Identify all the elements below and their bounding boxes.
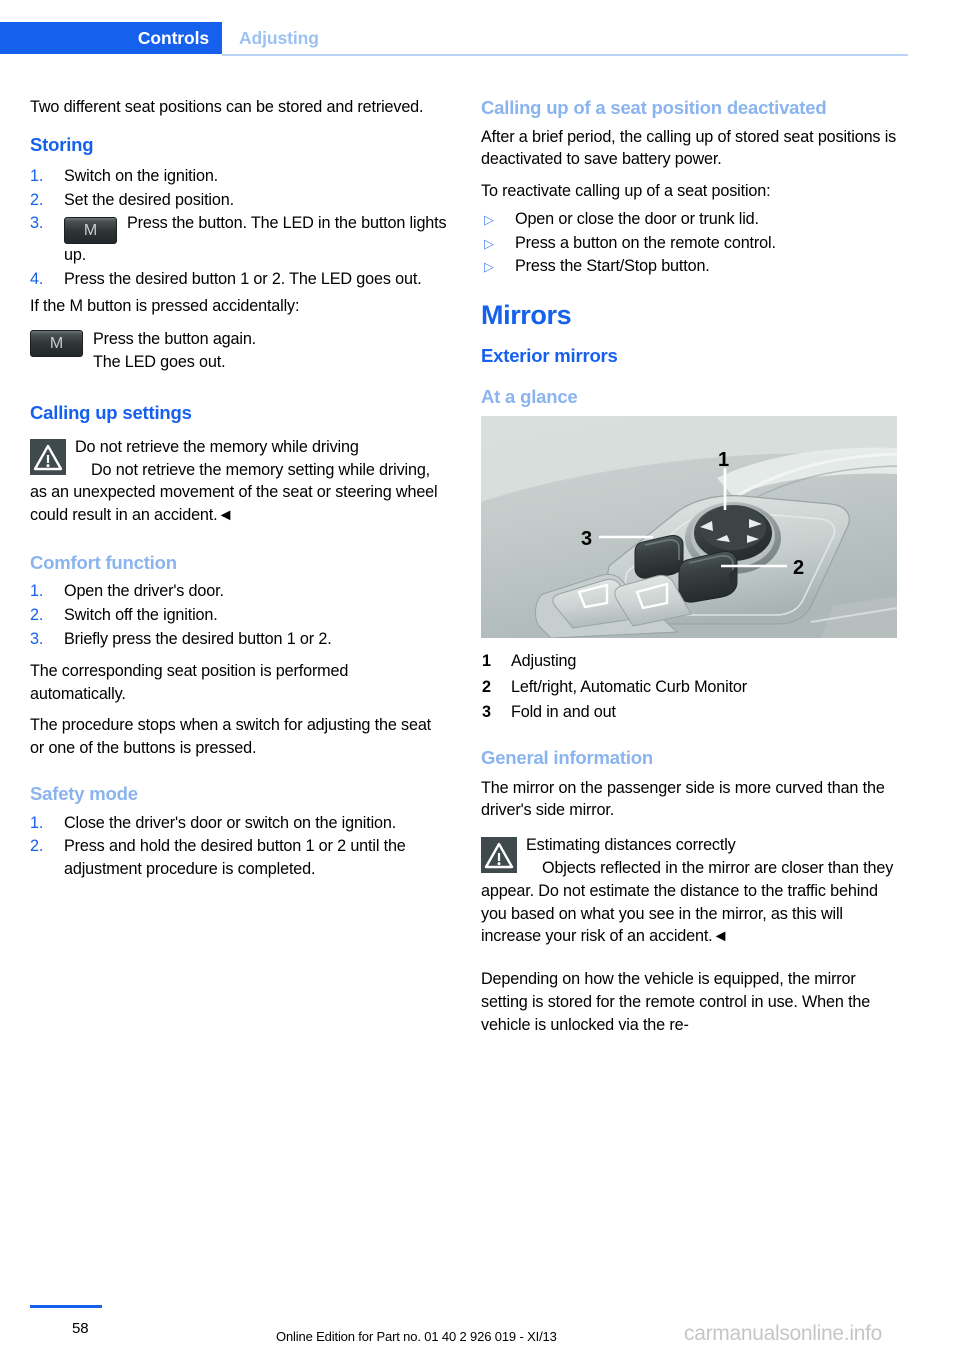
triangle-bullet-icon: ▷ (484, 211, 494, 227)
list-item: 4. Press the desired button 1 or 2. The … (30, 268, 448, 291)
legend-marker: 1 (482, 651, 491, 670)
accidental-press-line-2: The LED goes out. (93, 353, 226, 372)
header-divider-rule (222, 54, 908, 56)
list-marker: 1. (30, 813, 44, 832)
list-item: 2. Set the desired position. (30, 189, 448, 212)
comfort-paragraph-2: The procedure stops when a switch for ad… (30, 716, 432, 758)
list-marker: 2. (30, 190, 44, 209)
list-item-text: Switch on the ignition. (64, 166, 219, 185)
list-item: 3 Fold in and out (481, 701, 899, 724)
right-column: Calling up of a seat position deactivate… (481, 96, 899, 1041)
memory-m-button-icon: M (30, 329, 83, 357)
list-item: 3. Briefly press the desired button 1 or… (30, 628, 448, 651)
list-marker: 2. (30, 606, 44, 625)
door-panel-mirror-controls-illustration: 1 3 2 (481, 415, 897, 638)
warning-triangle-icon (481, 837, 517, 874)
list-item: ▷ Open or close the door or trunk lid. (481, 208, 899, 231)
list-marker: 2. (30, 837, 44, 856)
list-item: 2. Press and hold the desired button 1 o… (30, 835, 448, 881)
accidental-press-line-1: Press the button again. (93, 329, 257, 348)
reactivate-bullet-list: ▷ Open or close the door or trunk lid. ▷… (481, 208, 899, 278)
heading-mirrors: Mirrors (481, 300, 572, 331)
heading-calling-up-deactivated: Calling up of a seat position deactivate… (481, 97, 827, 118)
warning-title: Do not retrieve the memory while driving (75, 437, 359, 456)
memory-m-button-icon: M (64, 217, 117, 245)
heading-comfort-function: Comfort function (30, 551, 177, 573)
list-marker: 3. (30, 214, 44, 233)
deactivated-paragraph-1: After a brief period, the calling up of … (481, 127, 897, 169)
callout-2: 2 (793, 557, 804, 579)
legend-text: Left/right, Automatic Curb Monitor (511, 677, 748, 696)
triangle-bullet-icon: ▷ (484, 259, 494, 275)
heading-general-information: General information (481, 747, 653, 769)
comfort-steps-list: 1. Open the driver's door. 2. Switch off… (30, 580, 448, 650)
page-header: Controls Adjusting (0, 22, 960, 58)
legend-marker: 2 (482, 677, 491, 696)
header-section-block: Adjusting (239, 22, 319, 54)
list-item: 1. Switch on the ignition. (30, 165, 448, 188)
heading-safety-mode: Safety mode (30, 783, 138, 805)
warning-title: Estimating distances correctly (526, 836, 736, 855)
page-number: 58 (72, 1320, 89, 1337)
list-item-text: Set the desired position. (64, 190, 234, 209)
list-item-text: Press the button. The LED in the button … (64, 214, 447, 265)
header-chapter-block: Controls (0, 22, 222, 54)
list-item: 2. Switch off the ignition. (30, 604, 448, 627)
list-item: ▷ Press a button on the remote control. (481, 232, 899, 255)
list-item: 1 Adjusting (481, 650, 899, 673)
heading-calling-up-settings: Calling up settings (30, 401, 192, 423)
safety-steps-list: 1. Close the driver's door or switch on … (30, 812, 448, 881)
list-item-text: Briefly press the desired button 1 or 2. (64, 630, 332, 649)
general-paragraph-2: Depending on how the vehicle is equipped… (481, 970, 871, 1034)
list-marker: 1. (30, 166, 44, 185)
list-marker: 4. (30, 270, 44, 289)
list-item: 1. Close the driver's door or switch on … (30, 812, 448, 835)
list-item-text: Press and hold the desired button 1 or 2… (64, 837, 406, 879)
warning-triangle-icon (30, 438, 66, 475)
legend-text: Fold in and out (511, 703, 616, 722)
comfort-paragraph-1: The corresponding seat position is perfo… (30, 661, 349, 703)
list-item-text: Press a button on the remote control. (515, 233, 776, 252)
deactivated-paragraph-2: To reactivate calling up of a seat posit… (481, 182, 771, 201)
accidental-press-intro: If the M button is pressed accidentally: (30, 296, 300, 315)
warning-text: Do not retrieve the memory setting while… (30, 460, 438, 525)
heading-at-a-glance: At a glance (481, 386, 578, 408)
warning-block-memory: Do not retrieve the memory while driving… (30, 436, 448, 527)
legend-text: Adjusting (511, 651, 577, 670)
list-item: 2 Left/right, Automatic Curb Monitor (481, 676, 899, 699)
warning-block-mirror-distance: Estimating distances correctly Objects r… (481, 834, 899, 948)
intro-paragraph: Two different seat positions can be stor… (30, 98, 424, 116)
callout-3: 3 (581, 528, 592, 550)
watermark-text: carmanualsonline.info (684, 1322, 882, 1345)
accidental-press-block: M Press the button again. The LED goes o… (30, 328, 448, 375)
list-marker: 3. (30, 630, 44, 649)
left-column: Two different seat positions can be stor… (30, 96, 448, 885)
footer-accent-rule (30, 1305, 102, 1308)
list-item: 3. M Press the button. The LED in the but… (30, 212, 448, 267)
list-item-text: Open or close the door or trunk lid. (515, 209, 759, 228)
warning-text: Objects reflected in the mirror are clos… (481, 859, 894, 946)
heading-exterior-mirrors: Exterior mirrors (481, 345, 618, 367)
list-item: 1. Open the driver's door. (30, 580, 448, 603)
list-item-text: Open the driver's door. (64, 582, 224, 601)
footer-edition-text: Online Edition for Part no. 01 40 2 926 … (276, 1329, 557, 1344)
list-item-text: Switch off the ignition. (64, 606, 218, 625)
general-paragraph-1: The mirror on the passenger side is more… (481, 778, 885, 820)
list-item-text: Close the driver's door or switch on the… (64, 813, 397, 832)
list-marker: 1. (30, 582, 44, 601)
header-section-label: Adjusting (239, 27, 319, 48)
heading-storing: Storing (30, 133, 94, 155)
callout-1: 1 (718, 449, 729, 471)
illustration-legend-list: 1 Adjusting 2 Left/right, Automatic Curb… (481, 650, 899, 724)
list-item-text: Press the desired button 1 or 2. The LED… (64, 270, 422, 289)
legend-marker: 3 (482, 703, 491, 722)
header-chapter-label: Controls (137, 27, 209, 48)
list-item: ▷ Press the Start/Stop button. (481, 255, 899, 278)
list-item-text: Press the Start/Stop button. (515, 257, 710, 276)
storing-steps-list: 1. Switch on the ignition. 2. Set the de… (30, 165, 448, 291)
triangle-bullet-icon: ▷ (484, 235, 494, 251)
